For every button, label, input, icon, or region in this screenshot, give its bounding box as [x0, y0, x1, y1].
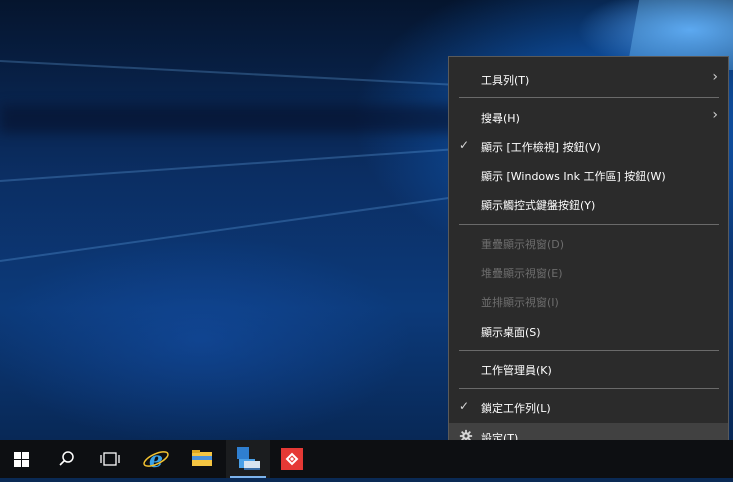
- wallpaper-light-beam: [0, 60, 520, 90]
- menu-item-label: 顯示 [工作檢視] 按鈕(V): [481, 141, 601, 154]
- checkmark-icon: ✓: [459, 138, 470, 152]
- file-explorer-icon: [192, 450, 212, 466]
- menu-item-toolbars[interactable]: 工具列(T) ›: [449, 65, 728, 93]
- menu-separator: [459, 388, 719, 389]
- menu-item-label: 工作管理員(K): [481, 364, 552, 377]
- menu-separator: [459, 350, 719, 351]
- task-view-button[interactable]: [88, 440, 132, 478]
- red-app-button[interactable]: [270, 440, 314, 478]
- menu-item-show-task-view-button[interactable]: ✓ 顯示 [工作檢視] 按鈕(V): [449, 132, 728, 160]
- task-view-icon: [100, 452, 120, 466]
- menu-item-label: 重疊顯示視窗(D): [481, 238, 565, 251]
- taskbar-context-menu: 工具列(T) › 搜尋(H) › ✓ 顯示 [工作檢視] 按鈕(V) 顯示 [W…: [448, 56, 729, 459]
- taskbar[interactable]: e: [0, 440, 733, 478]
- menu-item-label: 顯示觸控式鍵盤按鈕(Y): [481, 199, 596, 212]
- search-button[interactable]: [44, 440, 88, 478]
- store-app-icon: [237, 447, 260, 470]
- internet-explorer-icon: e: [143, 447, 169, 473]
- file-explorer-button[interactable]: [180, 440, 224, 478]
- checkmark-icon: ✓: [459, 399, 470, 413]
- search-icon: [59, 451, 74, 466]
- menu-item-side-by-side-windows: 並排顯示視窗(I): [449, 287, 728, 315]
- menu-separator: [459, 224, 719, 225]
- wallpaper-shadow-band: [0, 105, 480, 133]
- menu-separator: [459, 97, 719, 98]
- menu-item-stack-windows: 堆疊顯示視窗(E): [449, 258, 728, 286]
- menu-item-label: 工具列(T): [481, 74, 530, 87]
- menu-item-label: 鎖定工作列(L): [481, 402, 551, 415]
- menu-item-task-manager[interactable]: 工作管理員(K): [449, 355, 728, 383]
- chevron-right-icon: ›: [712, 69, 718, 85]
- menu-item-label: 搜尋(H): [481, 112, 520, 125]
- store-app-button[interactable]: [226, 440, 270, 478]
- menu-item-show-desktop[interactable]: 顯示桌面(S): [449, 317, 728, 345]
- svg-text:e: e: [149, 447, 163, 473]
- menu-item-show-touch-keyboard-button[interactable]: 顯示觸控式鍵盤按鈕(Y): [449, 190, 728, 218]
- menu-item-label: 堆疊顯示視窗(E): [481, 267, 563, 280]
- menu-item-label: 並排顯示視窗(I): [481, 296, 559, 309]
- internet-explorer-button[interactable]: e: [134, 440, 178, 478]
- menu-item-show-windows-ink-button[interactable]: 顯示 [Windows Ink 工作區] 按鈕(W): [449, 161, 728, 189]
- start-button[interactable]: [0, 440, 44, 478]
- chevron-right-icon: ›: [712, 107, 718, 123]
- menu-item-cascade-windows: 重疊顯示視窗(D): [449, 229, 728, 257]
- menu-item-label: 顯示 [Windows Ink 工作區] 按鈕(W): [481, 170, 666, 183]
- menu-item-search[interactable]: 搜尋(H) ›: [449, 103, 728, 131]
- windows-start-icon: [14, 452, 29, 467]
- menu-item-label: 顯示桌面(S): [481, 326, 541, 339]
- red-app-icon: [281, 448, 303, 470]
- menu-item-lock-taskbar[interactable]: ✓ 鎖定工作列(L): [449, 393, 728, 421]
